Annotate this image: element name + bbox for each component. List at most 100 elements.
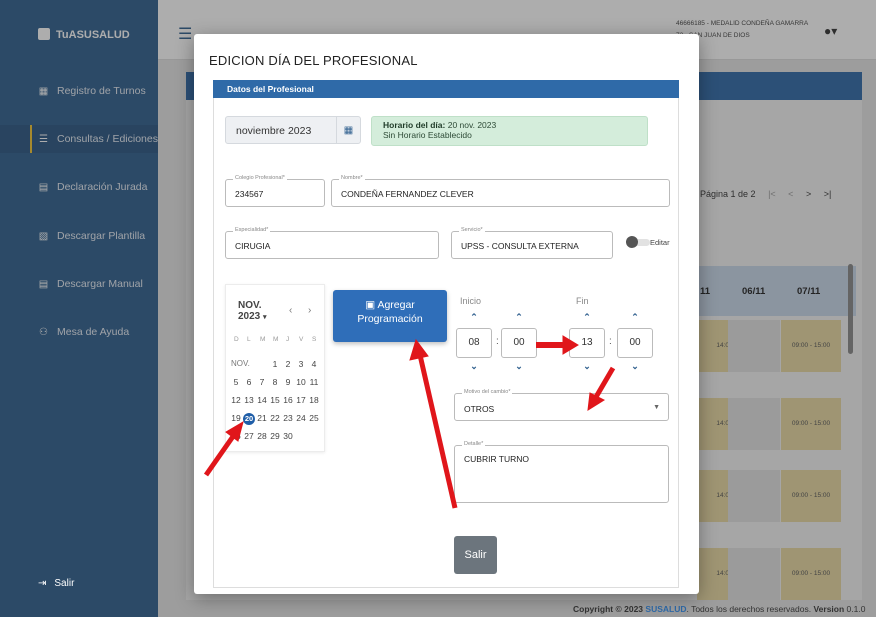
motivo-label: Motivo del cambio* (462, 389, 513, 395)
month-value: noviembre 2023 (236, 125, 312, 137)
inicio-hour-up-icon[interactable]: ⌃ (467, 312, 481, 323)
servicio-value: UPSS - CONSULTA EXTERNA (461, 241, 579, 251)
exit-button[interactable]: Salir (454, 536, 497, 574)
calendar-day[interactable]: 7 (256, 377, 268, 387)
fin-label: Fin (576, 296, 589, 306)
calendar-day[interactable]: 11 (308, 377, 320, 387)
calendar-icon[interactable]: ▦ (336, 117, 360, 143)
calendar-day[interactable]: 3 (295, 359, 307, 369)
calendar-day[interactable]: 30 (282, 431, 294, 441)
motivo-select[interactable]: Motivo del cambio* OTROS ▼ (454, 389, 669, 421)
copyright-suffix: . Todos los derechos reservados. (686, 604, 812, 614)
fin-minute-input[interactable]: 00 (617, 328, 653, 358)
calendar-month: NOV. (238, 300, 262, 311)
nombre-field[interactable]: Nombre* CONDEÑA FERNANDEZ CLEVER (331, 175, 670, 207)
calendar-day[interactable]: 25 (308, 413, 320, 423)
calendar-day[interactable]: 9 (282, 377, 294, 387)
fin-minute-down-icon[interactable]: ⌄ (628, 361, 642, 372)
calendar-day[interactable]: 21 (256, 413, 268, 423)
copyright-brand[interactable]: SUSALUD (645, 604, 686, 614)
calendar-month-label: NOV. (231, 359, 250, 368)
calendar-day[interactable]: 15 (269, 395, 281, 405)
calendar-day[interactable]: 28 (256, 431, 268, 441)
fin-hour-input[interactable]: 13 (569, 328, 605, 358)
inicio-hour-down-icon[interactable]: ⌄ (467, 361, 481, 372)
inicio-label: Inicio (460, 296, 482, 306)
version-label: Version (813, 604, 845, 614)
inicio-hour-input[interactable]: 08 (456, 328, 492, 358)
calendar-day[interactable]: 29 (269, 431, 281, 441)
time-separator: : (609, 336, 612, 347)
calendar-day-selected[interactable]: 20 (243, 413, 255, 425)
section-header: Datos del Profesional (213, 80, 679, 98)
calendar-day[interactable]: 1 (269, 359, 281, 369)
edit-day-modal: EDICION DÍA DEL PROFESIONAL Datos del Pr… (194, 34, 699, 594)
calendar-day[interactable]: 13 (243, 395, 255, 405)
colegio-label: Colegio Profesional* (233, 175, 287, 181)
servicio-label: Servicio* (459, 227, 485, 233)
inicio-minute-input[interactable]: 00 (501, 328, 537, 358)
edit-toggle[interactable] (626, 236, 650, 248)
fin-hour-up-icon[interactable]: ⌃ (580, 312, 594, 323)
calendar-day[interactable]: 22 (269, 413, 281, 423)
calendar-day[interactable]: 27 (243, 431, 255, 441)
calendar-weekday: J (286, 336, 290, 343)
next-month-icon[interactable]: › (308, 305, 311, 316)
calendar-day[interactable]: 12 (230, 395, 242, 405)
add-programming-button[interactable]: ▣ Agregar Programación (333, 290, 447, 342)
day-schedule-alert: Horario del día: 20 nov. 2023 Sin Horari… (371, 116, 648, 146)
logout-label: Salir (54, 578, 75, 589)
calendar-day[interactable]: 5 (230, 377, 242, 387)
especialidad-label: Especialidad* (233, 227, 271, 233)
calendar-day[interactable]: 2 (282, 359, 294, 369)
calendar-day[interactable]: 19 (230, 413, 242, 423)
nombre-value: CONDEÑA FERNANDEZ CLEVER (341, 189, 474, 199)
fin-hour-down-icon[interactable]: ⌄ (580, 361, 594, 372)
calendar-day[interactable]: 8 (269, 377, 281, 387)
nombre-label: Nombre* (339, 175, 365, 181)
calendar-year: 2023 (238, 311, 261, 322)
detalle-textarea[interactable]: Detalle* CUBRIR TURNO (454, 441, 669, 503)
inicio-minute-up-icon[interactable]: ⌃ (512, 312, 526, 323)
footer-copyright: Copyright © 2023 SUSALUD. Todos los dere… (573, 604, 865, 614)
chevron-down-icon: ▾ (263, 314, 267, 321)
calendar-day[interactable]: 23 (282, 413, 294, 423)
schedule-label: Horario del día: (383, 120, 446, 130)
detalle-value: CUBRIR TURNO (464, 454, 530, 464)
fin-minute-up-icon[interactable]: ⌃ (628, 312, 642, 323)
motivo-value: OTROS (464, 404, 495, 414)
calendar-day[interactable]: 16 (282, 395, 294, 405)
calendar-day[interactable]: 6 (243, 377, 255, 387)
calendar-day[interactable]: 18 (308, 395, 320, 405)
calendar-day[interactable]: 24 (295, 413, 307, 423)
detalle-label: Detalle* (462, 441, 486, 447)
toggle-knob (626, 236, 638, 248)
inicio-minute-down-icon[interactable]: ⌄ (512, 361, 526, 372)
calendar-weekday: M (273, 336, 279, 343)
edit-toggle-label: Editar (650, 238, 670, 247)
calendar-day[interactable]: 10 (295, 377, 307, 387)
servicio-field[interactable]: Servicio* UPSS - CONSULTA EXTERNA (451, 227, 613, 259)
calendar-weekday: D (234, 336, 239, 343)
calendar-day[interactable]: 26 (230, 431, 242, 441)
colegio-value: 234567 (235, 189, 264, 199)
month-picker[interactable]: noviembre 2023 ▦ (225, 116, 361, 144)
calendar-weekday: V (299, 336, 304, 343)
calendar-weekday: L (247, 336, 251, 343)
schedule-status: Sin Horario Establecido (383, 130, 472, 140)
copyright-prefix: Copyright © 2023 (573, 604, 644, 614)
prev-month-icon[interactable]: ‹ (289, 305, 292, 316)
calendar-day[interactable]: 4 (308, 359, 320, 369)
calendar-day[interactable]: 14 (256, 395, 268, 405)
especialidad-value: CIRUGIA (235, 241, 271, 251)
schedule-date: 20 nov. 2023 (447, 120, 497, 130)
logout-button[interactable]: ⇥ Salir (38, 578, 74, 589)
especialidad-field[interactable]: Especialidad* CIRUGIA (225, 227, 439, 259)
calendar-weekday: S (312, 336, 317, 343)
calendar-day[interactable]: 17 (295, 395, 307, 405)
chevron-down-icon: ▼ (653, 404, 660, 411)
time-separator: : (496, 336, 499, 347)
calendar-weekday: M (260, 336, 266, 343)
calendar-month-year[interactable]: NOV. 2023 ▾ (238, 300, 267, 323)
colegio-field[interactable]: Colegio Profesional* 234567 (225, 175, 325, 207)
